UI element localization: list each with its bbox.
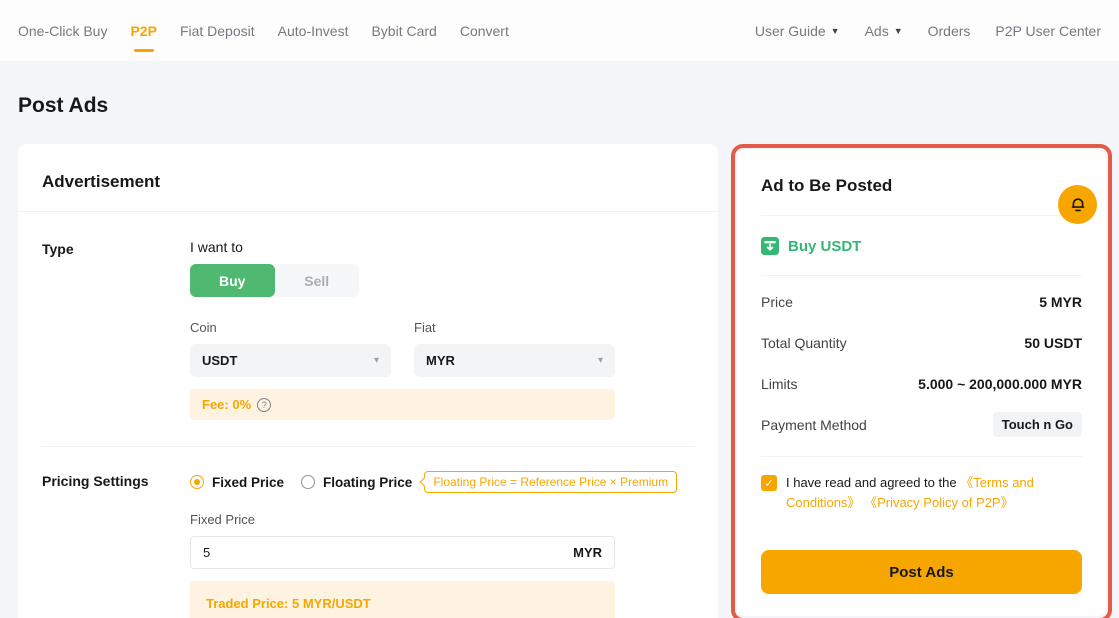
traded-price-text: Traded Price: 5 MYR/USDT (206, 596, 599, 611)
summary-row-price: Price 5 MYR (761, 281, 1082, 322)
row-value: 5 MYR (1039, 294, 1082, 310)
nav-item-convert[interactable]: Convert (460, 0, 509, 61)
nav-left-group: One-Click Buy P2P Fiat Deposit Auto-Inve… (18, 0, 509, 61)
nav-item-fiat-deposit[interactable]: Fiat Deposit (180, 0, 255, 61)
fixed-price-input-label: Fixed Price (190, 512, 615, 527)
page-title: Post Ads (18, 94, 1101, 118)
summary-row-total-quantity: Total Quantity 50 USDT (761, 322, 1082, 363)
agreement-prefix: I have read and agreed to the (786, 475, 960, 490)
ad-side-label: Buy USDT (788, 238, 861, 255)
row-label: Limits (761, 376, 798, 392)
nav-right-group: User Guide ▼ Ads ▼ Orders P2P User Cente… (755, 0, 1101, 61)
sell-toggle-button[interactable]: Sell (275, 264, 360, 297)
nav-item-p2p[interactable]: P2P (130, 0, 156, 61)
buy-toggle-button[interactable]: Buy (190, 264, 275, 297)
nav-item-label: Ads (865, 23, 889, 39)
row-label: Payment Method (761, 417, 867, 433)
fee-label: Fee: 0% (202, 397, 251, 412)
fiat-select-value: MYR (426, 353, 455, 368)
nav-item-label: User Guide (755, 23, 826, 39)
fixed-price-radio[interactable] (190, 475, 204, 489)
highlight-annotation-box: Ad to Be Posted Buy USDT Price 5 MYR (731, 144, 1112, 618)
type-label: Type (42, 239, 190, 420)
ad-summary-card: Ad to Be Posted Buy USDT Price 5 MYR (737, 150, 1106, 616)
fiat-label: Fiat (414, 320, 615, 335)
fee-banner: Fee: 0% ? (190, 389, 615, 420)
main-content: Post Ads Advertisement Type I want to Bu… (0, 94, 1119, 618)
section-divider (42, 446, 694, 447)
post-ads-button[interactable]: Post Ads (761, 550, 1082, 594)
ad-summary-title: Ad to Be Posted (761, 176, 1082, 216)
i-want-to-label: I want to (190, 239, 615, 255)
floating-price-option-label[interactable]: Floating Price (323, 475, 412, 490)
pricing-section: Pricing Settings Fixed Price Floating Pr… (42, 471, 694, 618)
privacy-policy-link[interactable]: 《Privacy Policy of P2P》 (864, 495, 1014, 510)
agreement-text: I have read and agreed to the 《Terms and… (786, 473, 1066, 513)
row-value: 5.000 ~ 200,000.000 MYR (918, 376, 1082, 392)
chevron-down-icon: ▾ (598, 355, 603, 366)
fiat-select[interactable]: MYR ▾ (414, 344, 615, 377)
fixed-price-option-label[interactable]: Fixed Price (212, 475, 284, 490)
coin-select[interactable]: USDT ▾ (190, 344, 391, 377)
buy-box-icon (761, 237, 779, 255)
nav-item-one-click-buy[interactable]: One-Click Buy (18, 0, 107, 61)
chevron-down-icon: ▾ (374, 355, 379, 366)
fixed-price-input[interactable] (203, 545, 573, 560)
fixed-price-field: MYR (190, 536, 615, 569)
type-section: Type I want to Buy Sell Coin USDT (42, 239, 694, 420)
question-mark-icon[interactable]: ? (257, 398, 271, 412)
price-info-banner: Traded Price: 5 MYR/USDT Reference Price… (190, 581, 615, 618)
currency-suffix: MYR (573, 545, 602, 560)
bell-icon (1068, 195, 1088, 215)
coin-select-value: USDT (202, 353, 237, 368)
payment-method-badge: Touch n Go (993, 412, 1082, 437)
row-value: 50 USDT (1024, 335, 1082, 351)
floating-price-hint-badge: Floating Price = Reference Price × Premi… (424, 471, 677, 493)
agreement-checkbox[interactable]: ✓ (761, 475, 777, 491)
row-label: Total Quantity (761, 335, 847, 351)
summary-row-payment-method: Payment Method Touch n Go (761, 404, 1082, 445)
summary-row-limits: Limits 5.000 ~ 200,000.000 MYR (761, 363, 1082, 404)
nav-item-auto-invest[interactable]: Auto-Invest (278, 0, 349, 61)
notification-bell-button[interactable] (1058, 185, 1097, 224)
coin-label: Coin (190, 320, 391, 335)
chevron-down-icon: ▼ (831, 26, 840, 36)
chevron-down-icon: ▼ (894, 26, 903, 36)
buy-sell-toggle: Buy Sell (190, 264, 359, 297)
divider (761, 456, 1082, 457)
advertisement-card-title: Advertisement (18, 144, 718, 212)
nav-item-bybit-card[interactable]: Bybit Card (371, 0, 436, 61)
nav-item-user-guide[interactable]: User Guide ▼ (755, 0, 840, 61)
advertisement-card: Advertisement Type I want to Buy Sell Co… (18, 144, 718, 618)
nav-item-p2p-user-center[interactable]: P2P User Center (995, 0, 1101, 61)
nav-item-orders[interactable]: Orders (928, 0, 971, 61)
nav-item-ads[interactable]: Ads ▼ (865, 0, 903, 61)
floating-price-radio[interactable] (301, 475, 315, 489)
row-label: Price (761, 294, 793, 310)
top-navigation: One-Click Buy P2P Fiat Deposit Auto-Inve… (0, 0, 1119, 61)
pricing-settings-label: Pricing Settings (42, 471, 190, 618)
